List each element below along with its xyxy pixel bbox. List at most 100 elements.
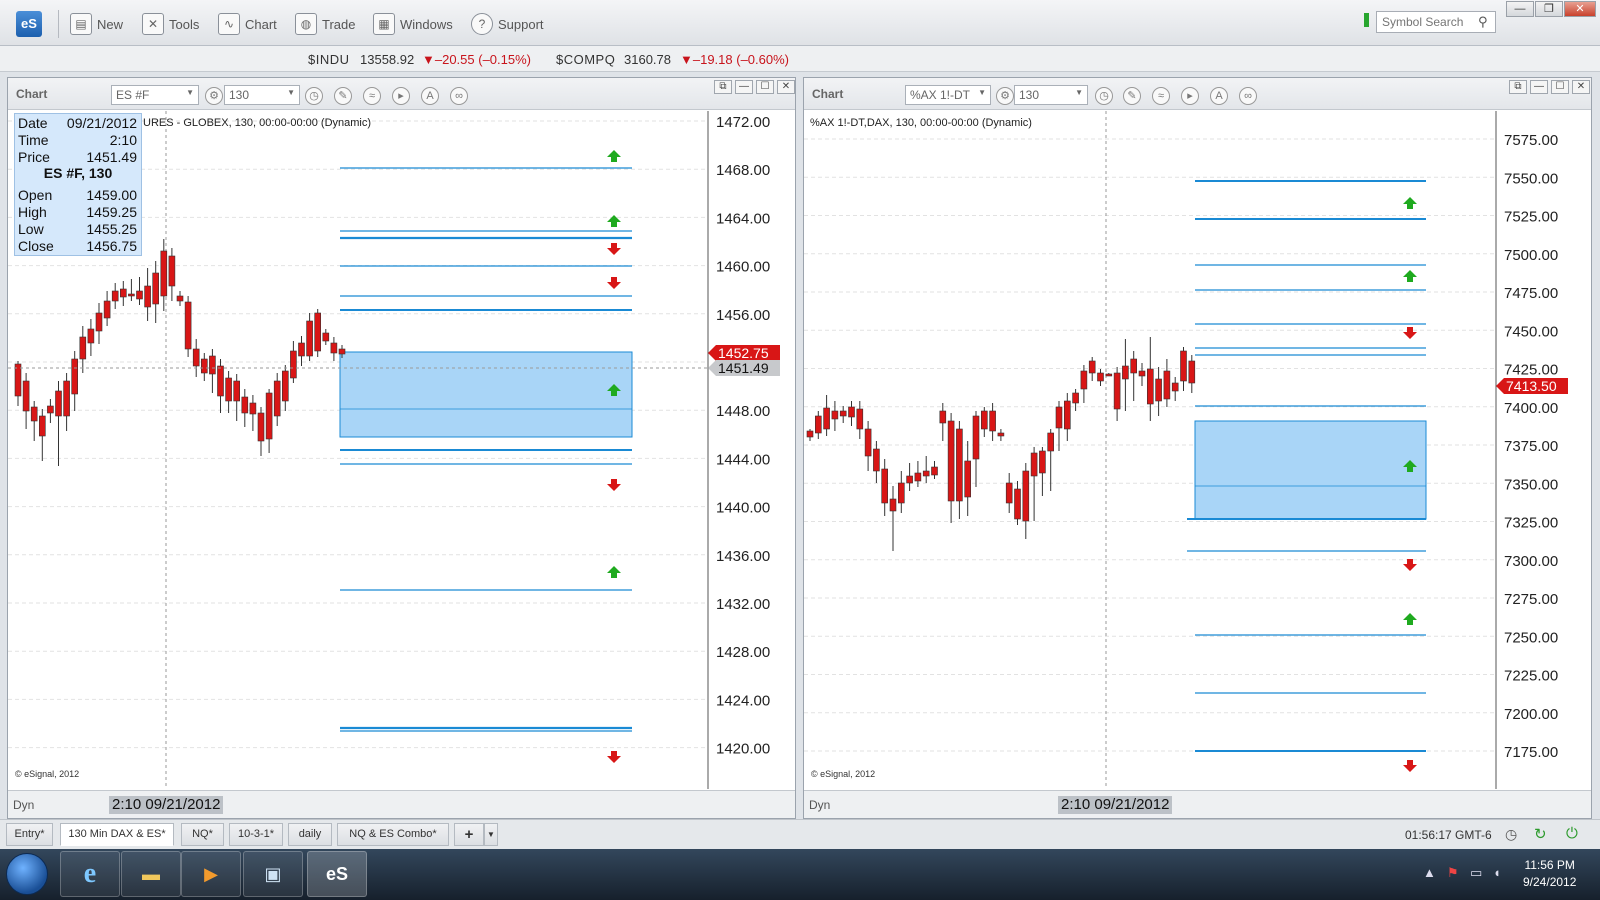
down-arrow-signal — [1403, 559, 1417, 571]
maximize-chart-button[interactable]: ☐ — [1551, 80, 1569, 94]
trade-button[interactable]: ◍ Trade — [295, 12, 355, 36]
chevron-down-icon: ▼ — [978, 88, 986, 97]
close-window-button[interactable]: ✕ — [1564, 1, 1596, 17]
clock-icon[interactable]: ◷ — [1505, 826, 1517, 843]
tab-130-min-dax-es[interactable]: 130 Min DAX & ES* — [60, 823, 174, 846]
price-tick-label: 7525.00 — [1504, 209, 1558, 226]
file-explorer-icon[interactable]: ▬ — [121, 851, 181, 897]
support-button[interactable]: ? Support — [471, 12, 544, 36]
dynamic-mode-label[interactable]: Dyn — [809, 798, 830, 812]
link-icon[interactable]: ∞ — [450, 87, 468, 105]
media-player-icon[interactable]: ▶ — [181, 851, 241, 897]
remote-desktop-icon[interactable]: ▣ — [243, 851, 303, 897]
add-tab-button[interactable]: + — [454, 823, 484, 846]
play-icon[interactable]: ▸ — [392, 87, 410, 105]
data-row-price: Price 1451.49 — [18, 149, 137, 166]
esignal-logo-button[interactable]: eS — [16, 11, 42, 37]
candle-body — [152, 272, 159, 305]
candle-body — [864, 428, 872, 457]
interval-select[interactable]: 130 ▼ — [224, 85, 300, 105]
candle-body — [225, 377, 232, 402]
chart-area-dax[interactable]: 7575.00 7550.00 7525.00 7500.00 7475.00 7450.… — [804, 111, 1591, 789]
alert-icon[interactable]: A — [1210, 87, 1228, 105]
settings-gear-icon[interactable]: ⚙ — [205, 87, 223, 105]
tab-daily[interactable]: daily — [288, 823, 332, 846]
close-chart-button[interactable]: ✕ — [777, 80, 795, 94]
copyright-label: © eSignal, 2012 — [15, 769, 79, 779]
symbol-select[interactable]: ES #F ▼ — [111, 85, 199, 105]
ticker-symbol[interactable]: $COMPQ — [556, 52, 615, 67]
main-toolbar: eS ▤ New ✕ Tools ∿ Chart ◍ Trade ▦ Windo… — [0, 0, 1600, 46]
candle-body — [956, 428, 963, 502]
restore-window-button[interactable]: ❐ — [1535, 1, 1563, 17]
power-icon[interactable]: ⏻ — [1566, 825, 1578, 842]
tray-flag-icon[interactable]: ⚑ — [1447, 865, 1459, 881]
symbol-select[interactable]: %AX 1!-DT ▼ — [905, 85, 991, 105]
search-icon[interactable]: ⚲ — [1478, 14, 1488, 30]
windows-icon: ▦ — [373, 13, 395, 35]
support-label: Support — [498, 16, 544, 32]
cursor-time-label: 2:10 09/21/2012 — [1058, 796, 1173, 814]
up-arrow-signal — [1403, 613, 1417, 625]
interval-select[interactable]: 130 ▼ — [1014, 85, 1088, 105]
internet-explorer-icon[interactable]: e — [60, 851, 120, 897]
price-tick-label: 7550.00 — [1504, 170, 1558, 187]
candle-body — [71, 358, 79, 395]
tray-volume-icon[interactable]: ◖ — [1493, 865, 1501, 880]
price-chart-dax[interactable]: 7575.00 7550.00 7525.00 7500.00 7475.00 7450.… — [804, 111, 1591, 789]
candle-body — [257, 412, 265, 442]
play-icon[interactable]: ▸ — [1181, 87, 1199, 105]
data-value: 1451.49 — [86, 149, 137, 165]
tab-nq[interactable]: NQ* — [181, 823, 224, 846]
candle-body — [136, 290, 143, 300]
tray-expand-icon[interactable]: ▲ — [1423, 865, 1436, 880]
alert-icon[interactable]: A — [421, 87, 439, 105]
candle-body — [831, 410, 839, 420]
tab-10-3-1[interactable]: 10-3-1* — [229, 823, 283, 846]
study-icon[interactable]: ≈ — [1152, 87, 1170, 105]
candle-body — [330, 342, 338, 354]
minimize-chart-button[interactable]: — — [1530, 80, 1548, 94]
maximize-chart-button[interactable]: ☐ — [756, 80, 774, 94]
study-icon[interactable]: ≈ — [363, 87, 381, 105]
data-window: Date 09/21/2012 Time 2:10 Price 1451.49 ES … — [14, 113, 142, 256]
candle-body — [815, 415, 822, 434]
market-ticker-bar: $INDU 13558.92 ▼–20.55 (–0.15%) $COMPQ 3… — [0, 46, 1600, 72]
close-chart-button[interactable]: ✕ — [1572, 80, 1590, 94]
candle-body — [1005, 482, 1013, 504]
pencil-icon[interactable]: ✎ — [334, 87, 352, 105]
clock-icon[interactable]: ◷ — [1095, 87, 1113, 105]
refresh-icon[interactable]: ↻ — [1534, 825, 1547, 843]
tab-entry[interactable]: Entry* — [6, 823, 53, 846]
minimize-chart-button[interactable]: — — [735, 80, 753, 94]
tabs-dropdown-button[interactable]: ▼ — [484, 823, 498, 846]
windows-label: Windows — [400, 16, 453, 32]
price-tick-label: 7375.00 — [1504, 438, 1558, 455]
page-tabs: Entry* 130 Min DAX & ES* NQ* 10-3-1* dai… — [0, 819, 1600, 849]
popout-button[interactable]: ⧉ — [714, 80, 732, 94]
minimize-window-button[interactable]: — — [1506, 1, 1534, 17]
candle-body — [1122, 365, 1129, 380]
candle-body — [87, 328, 95, 344]
new-button[interactable]: ▤ New — [70, 12, 123, 36]
windows-button[interactable]: ▦ Windows — [373, 12, 453, 36]
start-button[interactable] — [6, 853, 48, 895]
link-icon[interactable]: ∞ — [1239, 87, 1257, 105]
tray-clock[interactable]: 11:56 PM 9/24/2012 — [1523, 857, 1576, 891]
dynamic-mode-label[interactable]: Dyn — [13, 798, 34, 812]
chart-button[interactable]: ∿ Chart — [218, 12, 277, 36]
settings-gear-icon[interactable]: ⚙ — [996, 87, 1014, 105]
data-value: 1455.25 — [86, 221, 137, 237]
esignal-taskbar-icon[interactable]: eS — [307, 851, 367, 897]
popout-button[interactable]: ⧉ — [1509, 80, 1527, 94]
tools-button[interactable]: ✕ Tools — [142, 12, 199, 36]
candle-body — [1030, 452, 1038, 477]
ticker-symbol[interactable]: $INDU — [308, 52, 350, 67]
clock-icon[interactable]: ◷ — [305, 87, 323, 105]
pencil-icon[interactable]: ✎ — [1123, 87, 1141, 105]
candle-body — [881, 468, 888, 504]
tray-network-icon[interactable]: ▭ — [1470, 865, 1482, 881]
tab-nq-es-combo[interactable]: NQ & ES Combo* — [337, 823, 449, 846]
price-tick-label: 1420.00 — [716, 741, 770, 758]
data-row-open: Open 1459.00 — [18, 187, 137, 204]
